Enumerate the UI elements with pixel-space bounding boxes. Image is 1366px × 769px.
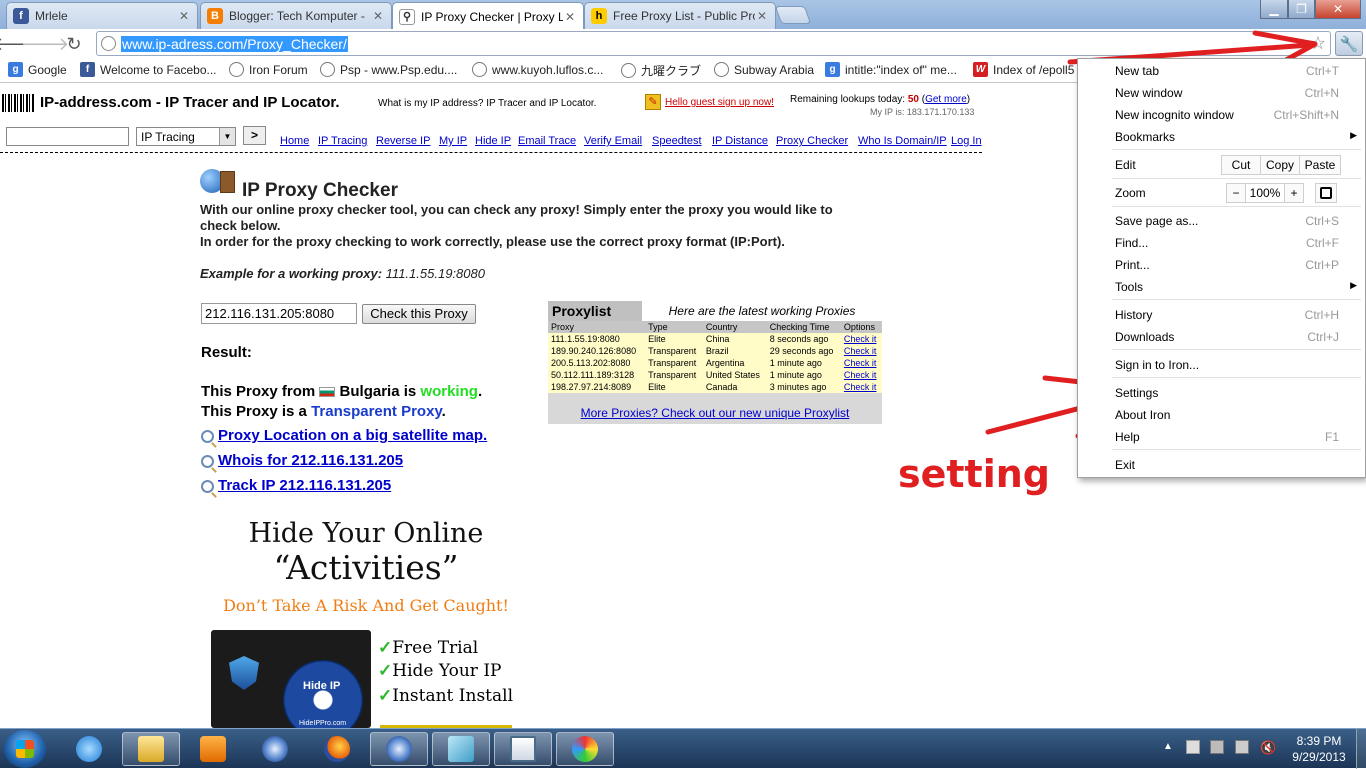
- show-hidden-icons[interactable]: ▲: [1163, 741, 1173, 752]
- menu-downloads[interactable]: Downloads: [1115, 330, 1174, 344]
- taskbar-ie[interactable]: [60, 732, 118, 766]
- wrench-menu: New tab Ctrl+T New window Ctrl+N New inc…: [1077, 58, 1366, 478]
- menu-bookmarks[interactable]: Bookmarks: [1115, 130, 1175, 144]
- menu-settings[interactable]: Settings: [1115, 386, 1158, 400]
- menu-new-incognito[interactable]: New incognito window: [1115, 108, 1234, 122]
- taskbar: ▲ 🔇 8:39 PM 9/29/2013: [0, 728, 1366, 769]
- taskbar-firefox[interactable]: [308, 732, 366, 766]
- zoom-level: 100%: [1245, 183, 1285, 203]
- taskbar-iron-active[interactable]: [370, 732, 428, 766]
- zoom-out-button[interactable]: −: [1226, 183, 1246, 203]
- folder-icon: [138, 736, 164, 762]
- fullscreen-icon: [1320, 187, 1332, 199]
- taskbar-media[interactable]: [184, 732, 242, 766]
- menu-sign-in[interactable]: Sign in to Iron...: [1115, 358, 1199, 372]
- menu-zoom-label: Zoom: [1115, 186, 1146, 200]
- network-icon[interactable]: [1210, 740, 1224, 754]
- menu-find[interactable]: Find...: [1115, 236, 1148, 250]
- chevron-right-icon: ▶: [1350, 280, 1357, 290]
- chevron-right-icon: ▶: [1350, 130, 1357, 140]
- menu-print[interactable]: Print...: [1115, 258, 1150, 272]
- flag-icon[interactable]: [1186, 740, 1200, 754]
- menu-new-tab[interactable]: New tab: [1115, 64, 1159, 78]
- taskbar-iron[interactable]: [246, 732, 304, 766]
- menu-exit[interactable]: Exit: [1115, 458, 1135, 472]
- zoom-in-button[interactable]: +: [1284, 183, 1304, 203]
- menu-separator: [1112, 206, 1361, 207]
- volume-icon[interactable]: 🔇: [1260, 740, 1276, 755]
- paint-icon: [572, 736, 598, 762]
- menu-about[interactable]: About Iron: [1115, 408, 1170, 422]
- copy-button[interactable]: Copy: [1260, 155, 1300, 175]
- taskbar-paint[interactable]: [556, 732, 614, 766]
- firefox-icon: [324, 736, 350, 762]
- menu-edit-label: Edit: [1115, 158, 1136, 172]
- menu-separator: [1112, 377, 1361, 378]
- clock-date[interactable]: 9/29/2013: [1286, 750, 1352, 764]
- paste-button[interactable]: Paste: [1299, 155, 1341, 175]
- menu-save-page[interactable]: Save page as...: [1115, 214, 1198, 228]
- display-icon[interactable]: [1235, 740, 1249, 754]
- start-button[interactable]: [4, 730, 46, 768]
- media-player-icon: [200, 736, 226, 762]
- fullscreen-button[interactable]: [1315, 183, 1337, 203]
- menu-help[interactable]: Help: [1115, 430, 1140, 444]
- windows-logo-icon: [16, 740, 34, 758]
- menu-separator: [1112, 299, 1361, 300]
- iron-browser-icon: [262, 736, 288, 762]
- menu-history[interactable]: History: [1115, 308, 1152, 322]
- cut-button[interactable]: Cut: [1221, 155, 1261, 175]
- menu-separator: [1112, 149, 1361, 150]
- menu-separator: [1112, 449, 1361, 450]
- taskbar-window[interactable]: [494, 732, 552, 766]
- taskbar-app[interactable]: [432, 732, 490, 766]
- iron-browser-icon: [386, 736, 412, 762]
- menu-tools[interactable]: Tools: [1115, 280, 1143, 294]
- clock-time[interactable]: 8:39 PM: [1286, 734, 1352, 748]
- notepad-icon: [448, 736, 474, 762]
- menu-separator: [1112, 178, 1361, 179]
- annotation-setting-text: setting: [898, 452, 1050, 496]
- show-desktop-button[interactable]: [1356, 729, 1366, 769]
- menu-separator: [1112, 349, 1361, 350]
- menu-new-window[interactable]: New window: [1115, 86, 1182, 100]
- window-icon: [510, 736, 536, 762]
- taskbar-explorer[interactable]: [122, 732, 180, 766]
- internet-explorer-icon: [76, 736, 102, 762]
